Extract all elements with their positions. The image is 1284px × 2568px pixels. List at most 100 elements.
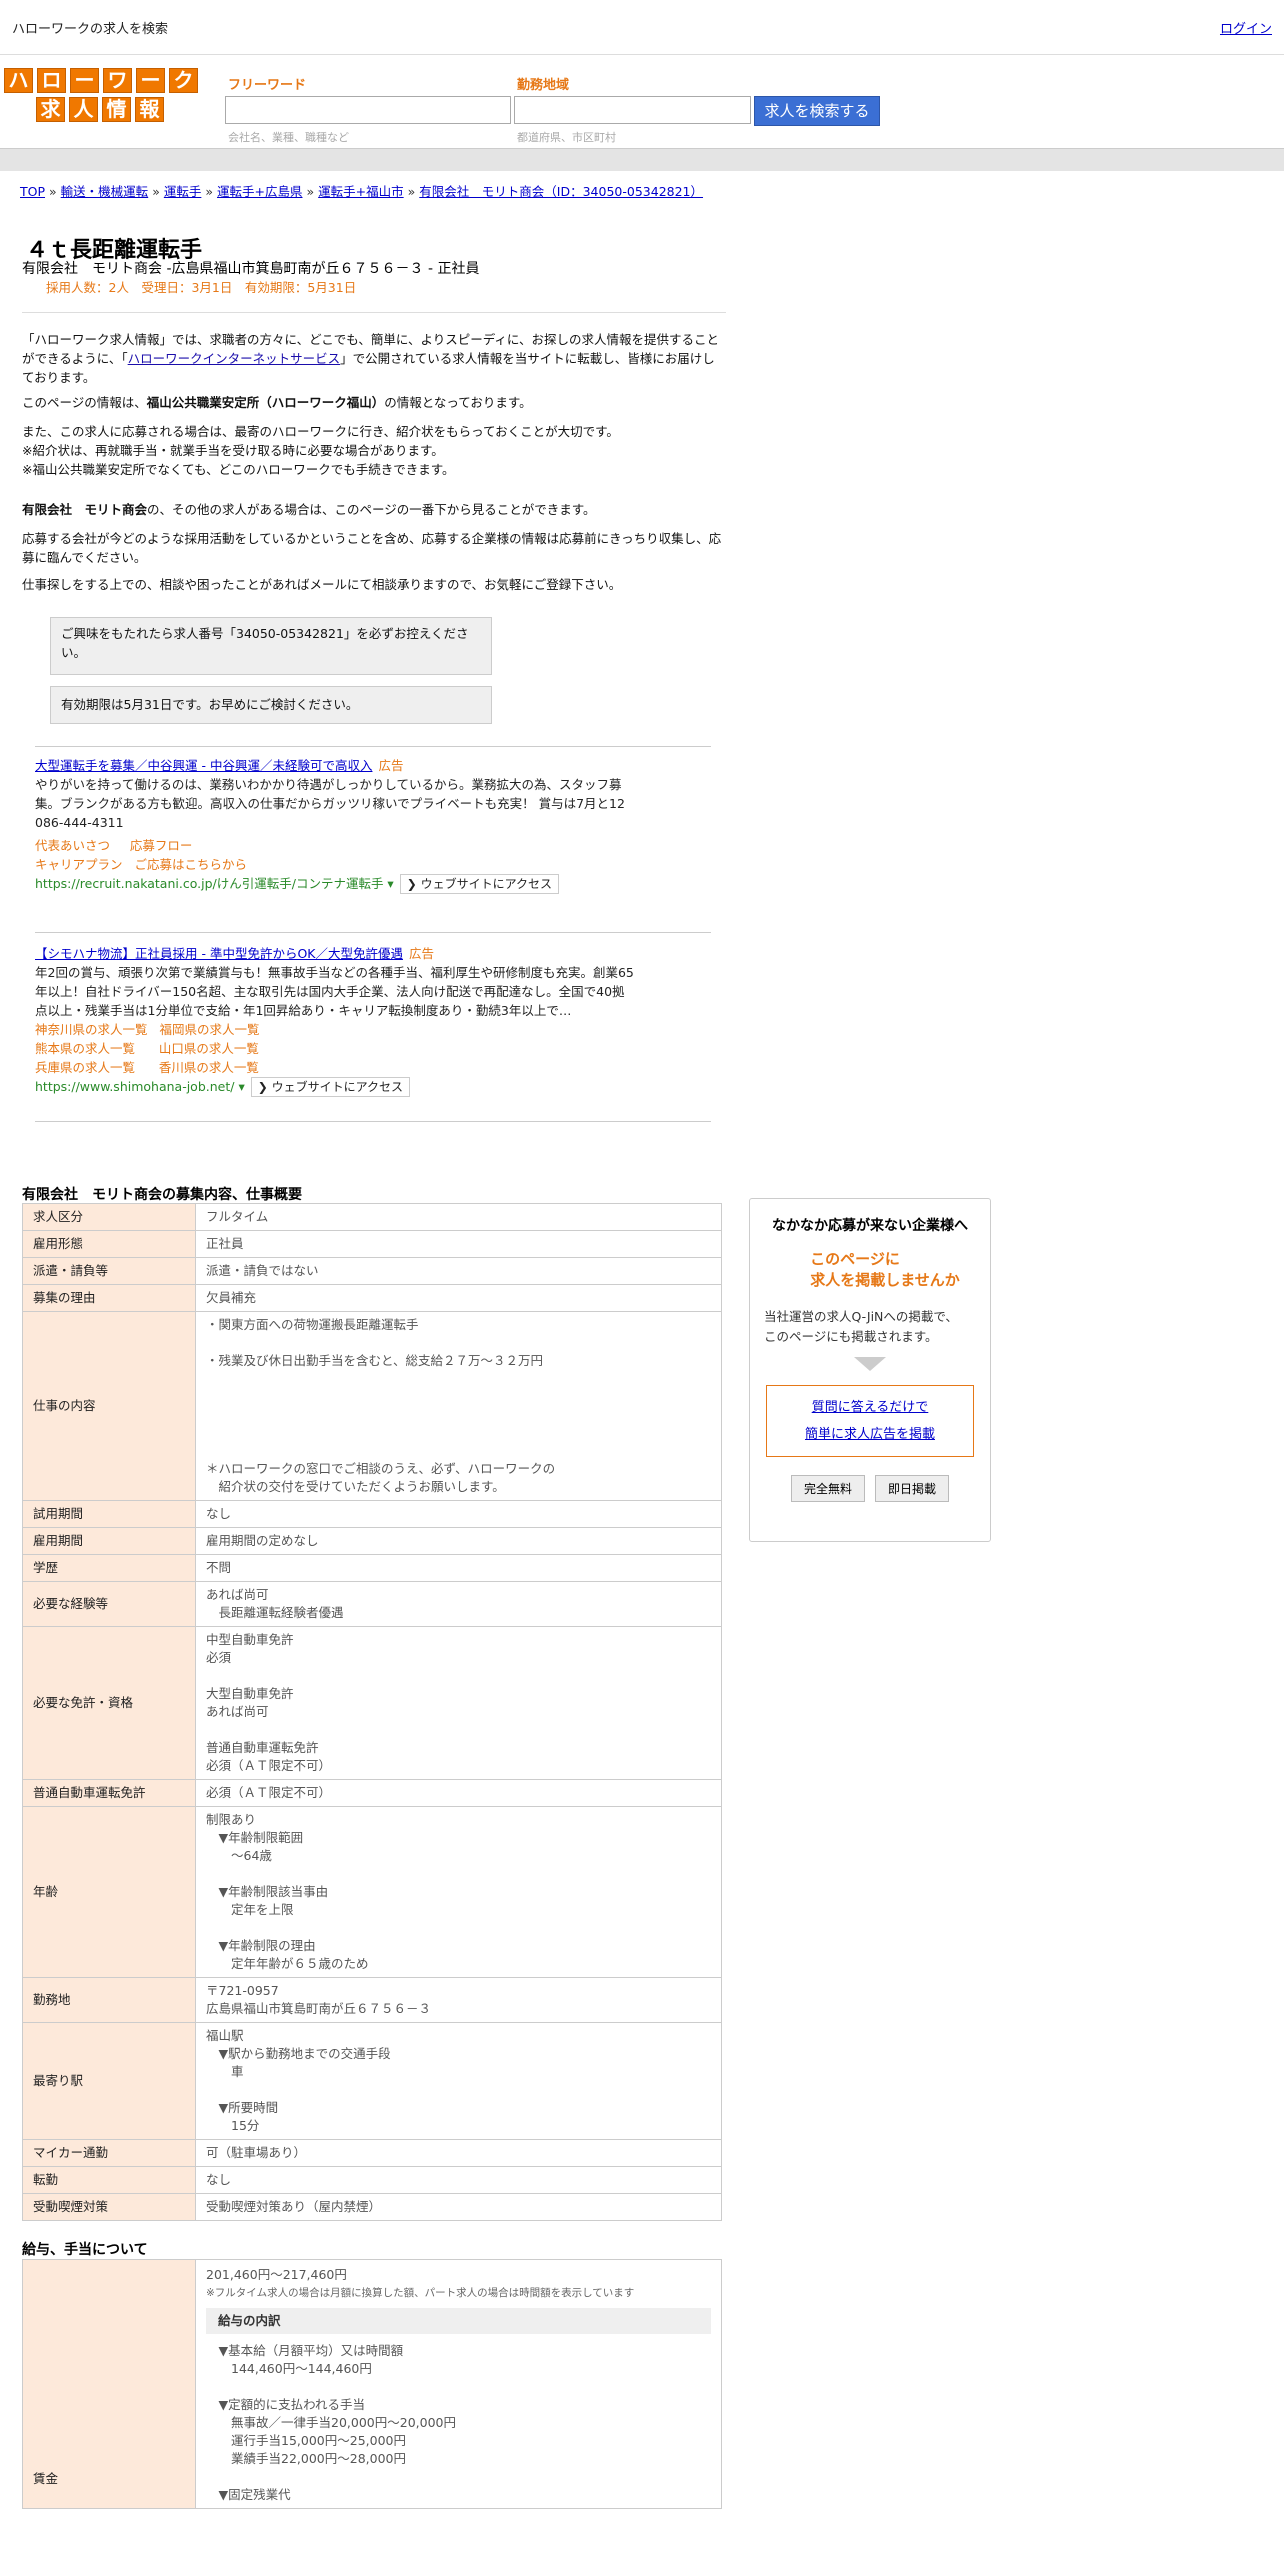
- value-line: 15分: [206, 2118, 260, 2133]
- ad-sitelink[interactable]: 兵庫県の求人一覧: [35, 1060, 135, 1075]
- job-details-table: 求人区分 フルタイム 雇用形態 正社員 派遣・請負等 派遣・請負ではない 募集の理由 欠員補充…: [22, 1203, 722, 2221]
- table-row: 必要な経験等 あれば尚可 長距離運転経験者優遇: [22, 1581, 722, 1627]
- intro-text: の情報となっております。: [384, 395, 532, 410]
- hellowork-internet-link[interactable]: ハローワークインターネットサービス: [128, 351, 341, 366]
- table-row: 求人区分 フルタイム: [22, 1203, 722, 1231]
- breadcrumb-link[interactable]: 運転手: [164, 184, 202, 199]
- breadcrumb-link[interactable]: 有限会社 モリト商会（ID：34050-05342821）: [419, 184, 703, 199]
- salary-line: ▼定額的に支払われる手当: [206, 2397, 366, 2412]
- ad-sitelinks-row: 代表あいさつ 応募フロー: [35, 836, 635, 855]
- value-line: [206, 1334, 711, 1352]
- details-heading: 有限会社 モリト商会の募集内容、仕事概要: [22, 1187, 302, 1203]
- ad-sitelink[interactable]: キャリアプラン: [35, 857, 123, 872]
- keyword-input[interactable]: [225, 96, 511, 124]
- breadcrumb-link[interactable]: 運転手+福山市: [318, 184, 403, 199]
- logo-char: ー: [70, 68, 99, 93]
- ad-title-link[interactable]: 大型運転手を募集／中谷興運 - 中谷興運／未経験可で高収入: [35, 758, 372, 773]
- value-line: [206, 1919, 711, 1937]
- salary-line: [206, 2468, 711, 2486]
- chevron-down-icon[interactable]: ▾: [234, 1079, 244, 1094]
- breadcrumb-separator: »: [49, 184, 57, 199]
- header-divider: [0, 148, 1284, 171]
- ad-sitelink[interactable]: ご応募はこちらから: [134, 857, 247, 872]
- intro-paragraph-7: 応募する会社が今どのような採用活動をしているかということを含め、応募する企業様の…: [22, 531, 722, 565]
- value-line: [206, 1370, 711, 1388]
- table-row: 最寄り駅 福山駅 ▼駅から勤務地までの交通手段 車 ▼所要時間 15分: [22, 2022, 722, 2140]
- table-row: 雇用期間 雇用期間の定めなし: [22, 1527, 722, 1555]
- company-name: 有限会社 モリト商会: [22, 502, 148, 517]
- intro-paragraph-4: ※紹介状は、再就職手当・就業手当を受け取る時に必要な場合があります。: [22, 443, 444, 458]
- ad-url[interactable]: https://recruit.nakatani.co.jp/けん引運転手/コン…: [35, 876, 383, 891]
- value-line: 定年を上限: [206, 1902, 294, 1917]
- area-input[interactable]: [514, 96, 751, 124]
- ad-sitelink[interactable]: 熊本県の求人一覧: [35, 1041, 135, 1056]
- breadcrumb-link[interactable]: 運転手+広島県: [217, 184, 302, 199]
- intro-paragraph-1: 「ハローワーク求人情報」では、求職者の方々に、どこでも、簡単に、よりスピーディに…: [22, 330, 722, 387]
- keyword-label: フリーワード: [228, 78, 307, 93]
- row-value: 欠員補充: [195, 1284, 722, 1312]
- row-value: なし: [195, 1500, 722, 1528]
- row-key: 受動喫煙対策: [22, 2193, 196, 2221]
- ad-sitelink[interactable]: 代表あいさつ: [35, 838, 110, 853]
- salary-heading: 給与、手当について: [22, 2242, 148, 2258]
- ad-url[interactable]: https://www.shimohana-job.net/: [35, 1079, 234, 1094]
- row-value: 中型自動車免許 必須 大型自動車免許 あれば尚可 普通自動車運転免許 必須（ＡＴ限定不可）: [195, 1626, 722, 1780]
- row-key: 必要な免許・資格: [22, 1626, 196, 1780]
- row-key: 必要な経験等: [22, 1581, 196, 1627]
- value-line: ▼駅から勤務地までの交通手段: [206, 2046, 391, 2061]
- breadcrumb-link[interactable]: TOP: [20, 184, 45, 199]
- logo-row-2: 求人情報: [36, 97, 198, 122]
- row-key: 最寄り駅: [22, 2022, 196, 2140]
- search-button[interactable]: 求人を検索する: [754, 96, 880, 126]
- area-hint: 都道府県、市区町村: [517, 131, 616, 144]
- value-line: 車: [206, 2064, 244, 2079]
- table-row: 勤務地 〒721-0957 広島県福山市箕島町南が丘６７５６－３: [22, 1977, 722, 2023]
- value-line: [206, 1406, 711, 1424]
- ad-title-row: 【シモハナ物流】正社員採用 - 準中型免許からOK／大型免許優遇 広告: [35, 944, 635, 963]
- ad-sitelink[interactable]: 山口県の求人一覧: [159, 1041, 259, 1056]
- row-key: 年齢: [22, 1806, 196, 1978]
- ad-title-link[interactable]: 【シモハナ物流】正社員採用 - 準中型免許からOK／大型免許優遇: [35, 946, 403, 961]
- logo-char: 人: [69, 97, 98, 122]
- expiry-notice: 有効期限は5月31日です。お早めにご検討ください。: [50, 686, 492, 724]
- breadcrumb-link[interactable]: 輸送・機械運転: [61, 184, 149, 199]
- same-day-badge[interactable]: 即日掲載: [875, 1475, 950, 1502]
- table-row: 転勤 なし: [22, 2166, 722, 2194]
- table-row: 受動喫煙対策 受動喫煙対策あり（屋内禁煙）: [22, 2193, 722, 2221]
- value-line: [206, 1721, 711, 1739]
- chevron-down-icon[interactable]: ▾: [383, 876, 393, 891]
- logo-char: 情: [102, 97, 131, 122]
- row-value: 雇用期間の定めなし: [195, 1527, 722, 1555]
- site-logo[interactable]: ハローワーク 求人情報: [4, 68, 198, 126]
- ad-sitelink[interactable]: 応募フロー: [130, 838, 193, 853]
- promo-catch-line: このページに: [810, 1250, 900, 1268]
- promo-link-2[interactable]: 簡単に求人広告を掲載: [805, 1427, 935, 1442]
- value-line: ・関東方面への荷物運搬長距離運転手: [206, 1317, 419, 1332]
- intro-text: このページの情報は、: [22, 395, 147, 410]
- login-link[interactable]: ログイン: [1220, 18, 1272, 37]
- value-line: ・残業及び休日出勤手当を含むと、総支給２７万～３２万円: [206, 1353, 544, 1368]
- area-label: 勤務地域: [517, 78, 570, 93]
- ad-sitelink[interactable]: 福岡県の求人一覧: [159, 1022, 259, 1037]
- table-row: 学歴 不問: [22, 1554, 722, 1582]
- row-key: 試用期間: [22, 1500, 196, 1528]
- ad-sitelinks-row: 兵庫県の求人一覧 香川県の求人一覧: [35, 1058, 635, 1077]
- ad-block-1: 大型運転手を募集／中谷興運 - 中谷興運／未経験可で高収入 広告 やりがいを持って…: [35, 756, 635, 894]
- value-line: 〒721-0957: [206, 1983, 279, 1998]
- ad-description: 年2回の賞与、頑張り次第で業績賞与も！無事故手当などの各種手当、福利厚生や研修制…: [35, 965, 634, 1018]
- logo-char: ー: [136, 68, 165, 93]
- value-line: [206, 2081, 711, 2099]
- value-line: ▼所要時間: [206, 2100, 279, 2115]
- logo-char: ク: [169, 68, 198, 93]
- ad-divider: [35, 932, 711, 933]
- ad-sitelink[interactable]: 神奈川県の求人一覧: [35, 1022, 148, 1037]
- ad-sitelink[interactable]: 香川県の求人一覧: [159, 1060, 259, 1075]
- free-badge[interactable]: 完全無料: [790, 1475, 865, 1502]
- breadcrumb: TOP» 輸送・機械運転» 運転手» 運転手+広島県» 運転手+福山市» 有限会社 モリト…: [20, 181, 703, 200]
- visit-website-button[interactable]: ❯ ウェブサイトにアクセス: [250, 1077, 410, 1097]
- table-row: 仕事の内容 ・関東方面への荷物運搬長距離運転手 ・残業及び休日出勤手当を含むと、総支…: [22, 1311, 722, 1501]
- table-row: 必要な免許・資格 中型自動車免許 必須 大型自動車免許 あれば尚可 普通自動車運転免許 必須…: [22, 1626, 722, 1780]
- value-line: あれば尚可: [206, 1704, 269, 1719]
- promo-link-1[interactable]: 質問に答えるだけで: [812, 1400, 929, 1415]
- visit-website-button[interactable]: ❯ ウェブサイトにアクセス: [399, 874, 559, 894]
